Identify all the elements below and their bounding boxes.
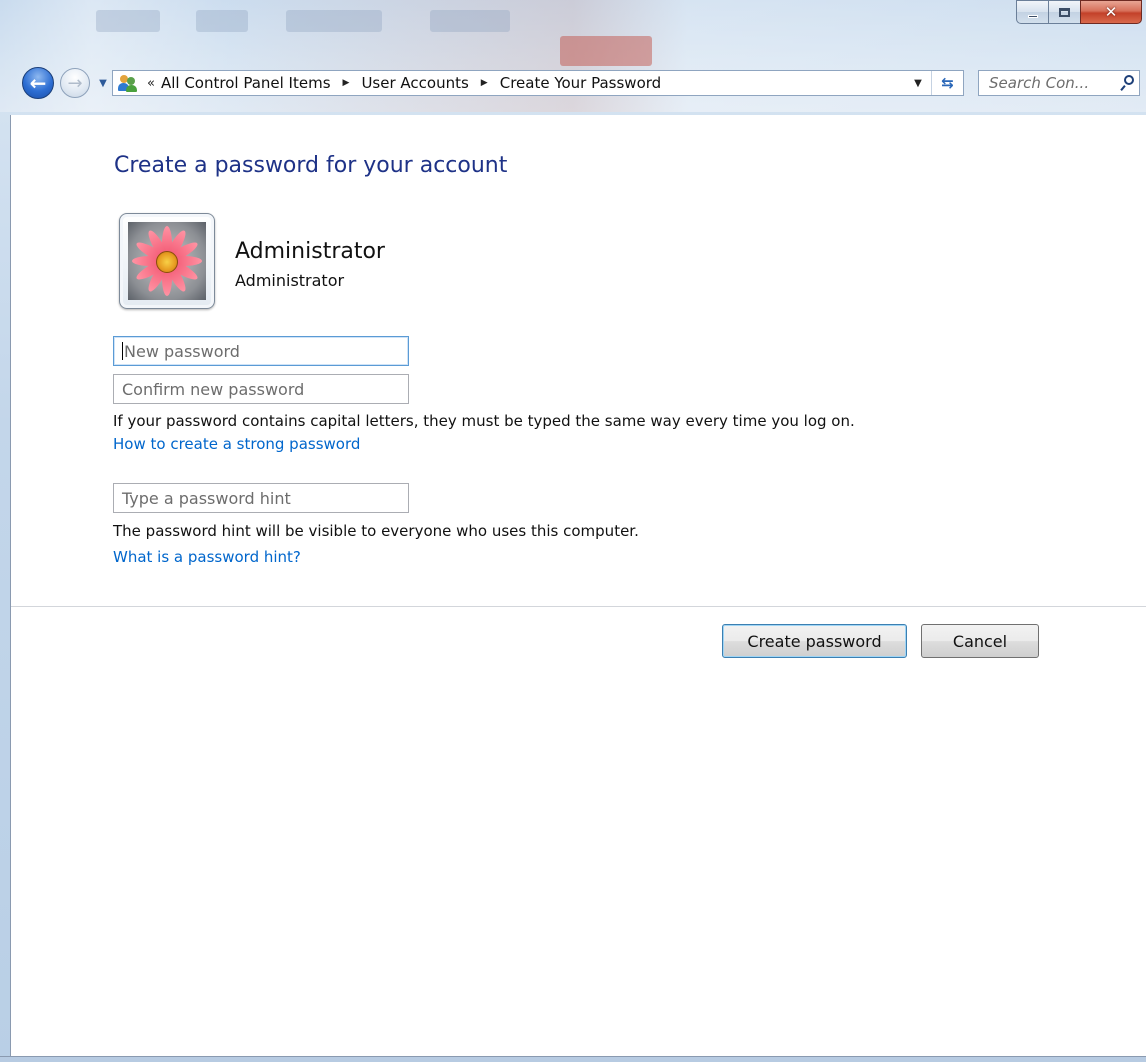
divider [11, 606, 1146, 607]
breadcrumb-separator-icon[interactable]: ▶ [481, 78, 488, 88]
search-icon[interactable] [1117, 72, 1139, 94]
new-password-placeholder: New password [124, 341, 240, 361]
explorer-window: ✕ ← → ▼ « All Control Panel Items ▶ User… [0, 0, 1146, 1062]
overflow-chevron-icon[interactable]: « [147, 76, 155, 91]
avatar [119, 213, 215, 309]
user-accounts-icon [117, 72, 139, 94]
close-button[interactable]: ✕ [1080, 0, 1142, 24]
window-bottom-border [0, 1056, 1146, 1062]
navigation-bar: ← → ▼ « All Control Panel Items ▶ User A… [0, 62, 1146, 104]
refresh-icon: ⇆ [941, 74, 954, 92]
background-blur [286, 10, 382, 32]
flower-picture [128, 222, 206, 300]
password-hint-help-link[interactable]: What is a password hint? [113, 548, 301, 566]
capitalization-note: If your password contains capital letter… [113, 412, 855, 430]
password-hint-field[interactable]: Type a password hint [113, 483, 409, 513]
maximize-icon [1059, 7, 1070, 17]
breadcrumb-separator-icon[interactable]: ▶ [343, 78, 350, 88]
caption-buttons: ✕ [1016, 0, 1142, 28]
hint-visibility-note: The password hint will be visible to eve… [113, 522, 639, 540]
confirm-password-placeholder: Confirm new password [122, 379, 305, 399]
cancel-button[interactable]: Cancel [921, 624, 1039, 658]
background-blur [196, 10, 248, 32]
new-password-field[interactable]: New password [113, 336, 409, 366]
forward-arrow-icon: → [67, 72, 83, 94]
back-button[interactable]: ← [22, 67, 54, 99]
account-type: Administrator [235, 271, 345, 290]
account-name: Administrator [235, 239, 385, 264]
chevron-down-icon: ▼ [99, 77, 107, 89]
strong-password-link[interactable]: How to create a strong password [113, 435, 360, 453]
breadcrumb-all-control-panel-items[interactable]: All Control Panel Items [161, 74, 331, 92]
address-dropdown-button[interactable]: ▼ [907, 71, 929, 95]
password-hint-placeholder: Type a password hint [122, 488, 291, 508]
text-caret [122, 342, 123, 360]
background-blur [430, 10, 510, 32]
create-password-button[interactable]: Create password [722, 624, 907, 658]
search-placeholder: Search Con... [989, 74, 1090, 92]
breadcrumb-user-accounts[interactable]: User Accounts [361, 74, 468, 92]
maximize-button[interactable] [1048, 0, 1080, 24]
back-arrow-icon: ← [29, 71, 47, 95]
background-blur [96, 10, 160, 32]
chevron-down-icon: ▼ [914, 77, 922, 89]
page-title: Create a password for your account [114, 153, 508, 178]
refresh-button[interactable]: ⇆ [931, 71, 963, 95]
content-pane: Create a password for your account Admin… [10, 115, 1146, 1058]
breadcrumb-create-your-password[interactable]: Create Your Password [500, 74, 661, 92]
close-icon: ✕ [1104, 3, 1118, 21]
minimize-icon [1027, 14, 1038, 18]
confirm-password-field[interactable]: Confirm new password [113, 374, 409, 404]
search-input[interactable]: Search Con... [978, 70, 1140, 96]
address-bar[interactable]: « All Control Panel Items ▶ User Account… [112, 70, 964, 96]
forward-button[interactable]: → [60, 68, 90, 98]
minimize-button[interactable] [1016, 0, 1048, 24]
recent-pages-button[interactable]: ▼ [96, 76, 110, 90]
